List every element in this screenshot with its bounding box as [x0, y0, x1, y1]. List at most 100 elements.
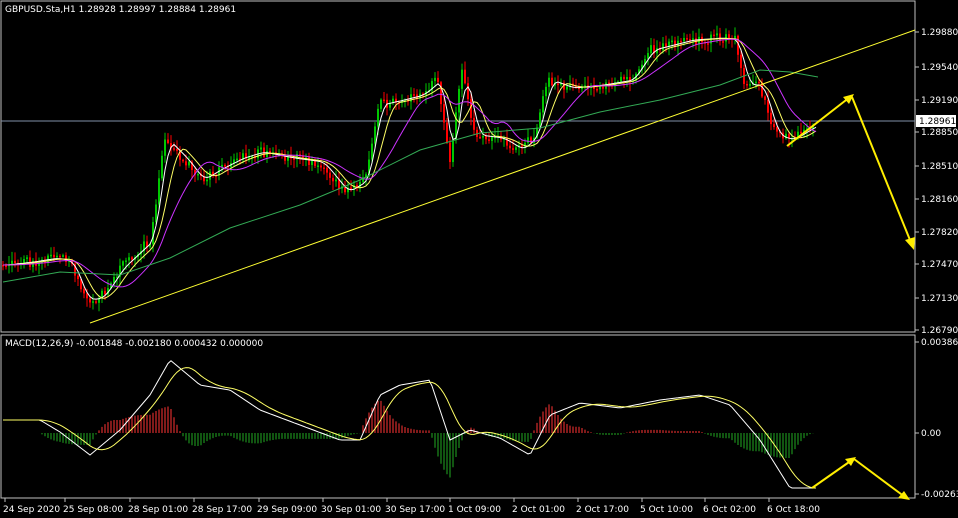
candle-body	[185, 161, 187, 166]
time-axis-label: 30 Sep 01:00	[321, 505, 381, 515]
candle-body	[236, 158, 238, 161]
candle-body	[434, 77, 436, 82]
time-axis-label: 28 Sep 17:00	[192, 505, 252, 515]
candle-body	[482, 135, 484, 138]
candle-body	[449, 142, 451, 163]
candle-body	[443, 104, 445, 123]
candle-body	[335, 179, 337, 182]
candle-body	[5, 265, 7, 268]
candle-body	[665, 43, 667, 47]
price-tick-label: 1.28160	[921, 195, 958, 205]
candle-body	[59, 255, 61, 258]
candle-body	[323, 167, 325, 169]
macd-tick-label: 0.00	[921, 429, 941, 439]
candle-body	[380, 99, 382, 109]
candle-body	[167, 139, 169, 144]
candle-body	[377, 108, 379, 127]
candle-body	[182, 159, 184, 162]
time-axis-label: 2 Oct 17:00	[576, 505, 629, 515]
candle-body	[446, 122, 448, 143]
candle-body	[509, 145, 511, 149]
candle-body	[488, 139, 490, 141]
candle-body	[95, 301, 97, 303]
candle-body	[413, 94, 415, 96]
candle-body	[749, 84, 751, 86]
candle-body	[722, 41, 724, 43]
candle-body	[326, 167, 328, 173]
current-price-value: 1.28961	[919, 117, 956, 127]
candle-body	[764, 96, 766, 100]
trading-chart[interactable]: GBPUSD.Sta,H1 1.28928 1.28997 1.28884 1.…	[0, 0, 958, 518]
candle-body	[464, 69, 466, 84]
price-tick-label: 1.27820	[921, 228, 958, 238]
candle-body	[461, 69, 463, 89]
candle-body	[77, 275, 79, 280]
candle-body	[206, 179, 208, 182]
candle-body	[551, 77, 553, 86]
candle-body	[83, 289, 85, 294]
candle-body	[458, 88, 460, 113]
candle-body	[674, 40, 676, 47]
time-axis-label: 25 Sep 08:00	[63, 505, 123, 515]
candle-body	[689, 39, 691, 41]
candle-body	[383, 99, 385, 102]
candle-body	[158, 178, 160, 205]
candle-body	[548, 77, 550, 87]
candle-body	[317, 165, 319, 167]
candle-body	[707, 43, 709, 45]
candle-body	[50, 254, 52, 257]
candle-body	[293, 158, 295, 160]
candle-body	[800, 131, 802, 134]
candle-body	[512, 148, 514, 150]
candle-body	[545, 86, 547, 97]
candle-body	[452, 139, 454, 163]
time-axis-label: 6 Oct 02:00	[703, 505, 756, 515]
candle-body	[623, 76, 625, 80]
price-tick-label: 1.28850	[921, 128, 958, 138]
candle-body	[650, 45, 652, 54]
candle-body	[773, 124, 775, 128]
price-tick-label: 1.27130	[921, 294, 958, 304]
candle-body	[209, 171, 211, 180]
candle-body	[686, 38, 688, 40]
candle-body	[740, 54, 742, 69]
candle-body	[485, 135, 487, 140]
candle-body	[62, 255, 64, 257]
macd-tick-label: 0.003869	[921, 338, 958, 348]
candle-body	[566, 86, 568, 90]
price-tick-label: 1.29540	[921, 63, 958, 73]
price-tick-label: 1.27470	[921, 260, 958, 270]
candle-body	[716, 33, 718, 36]
candle-body	[53, 254, 55, 258]
candle-body	[491, 137, 493, 141]
price-tick-label: 1.28510	[921, 162, 958, 172]
candle-body	[104, 290, 106, 295]
candle-body	[128, 257, 130, 261]
candle-body	[56, 255, 58, 258]
price-tick-label: 1.26790	[921, 326, 958, 336]
candle-body	[188, 161, 190, 166]
time-axis-label: 2 Oct 01:00	[512, 505, 565, 515]
candle-body	[557, 83, 559, 86]
candle-body	[767, 99, 769, 113]
macd-info-label: MACD(12,26,9) -0.001848 -0.002180 0.0004…	[5, 339, 263, 349]
candle-body	[479, 136, 481, 139]
candle-body	[89, 298, 91, 303]
time-axis-label: 6 Oct 18:00	[767, 505, 820, 515]
candle-body	[47, 255, 49, 263]
time-axis-label: 24 Sep 2020	[3, 505, 60, 515]
candle-body	[173, 148, 175, 150]
candle-body	[515, 147, 517, 150]
candle-body	[437, 77, 439, 83]
time-axis-label: 5 Oct 10:00	[640, 505, 693, 515]
candle-body	[161, 155, 163, 179]
candle-body	[671, 40, 673, 43]
candle-body	[662, 43, 664, 51]
candle-body	[125, 260, 127, 262]
candle-body	[602, 86, 604, 89]
candle-body	[713, 34, 715, 37]
candle-body	[176, 148, 178, 151]
candle-body	[521, 145, 523, 147]
candle-body	[332, 177, 334, 182]
candle-body	[728, 34, 730, 39]
